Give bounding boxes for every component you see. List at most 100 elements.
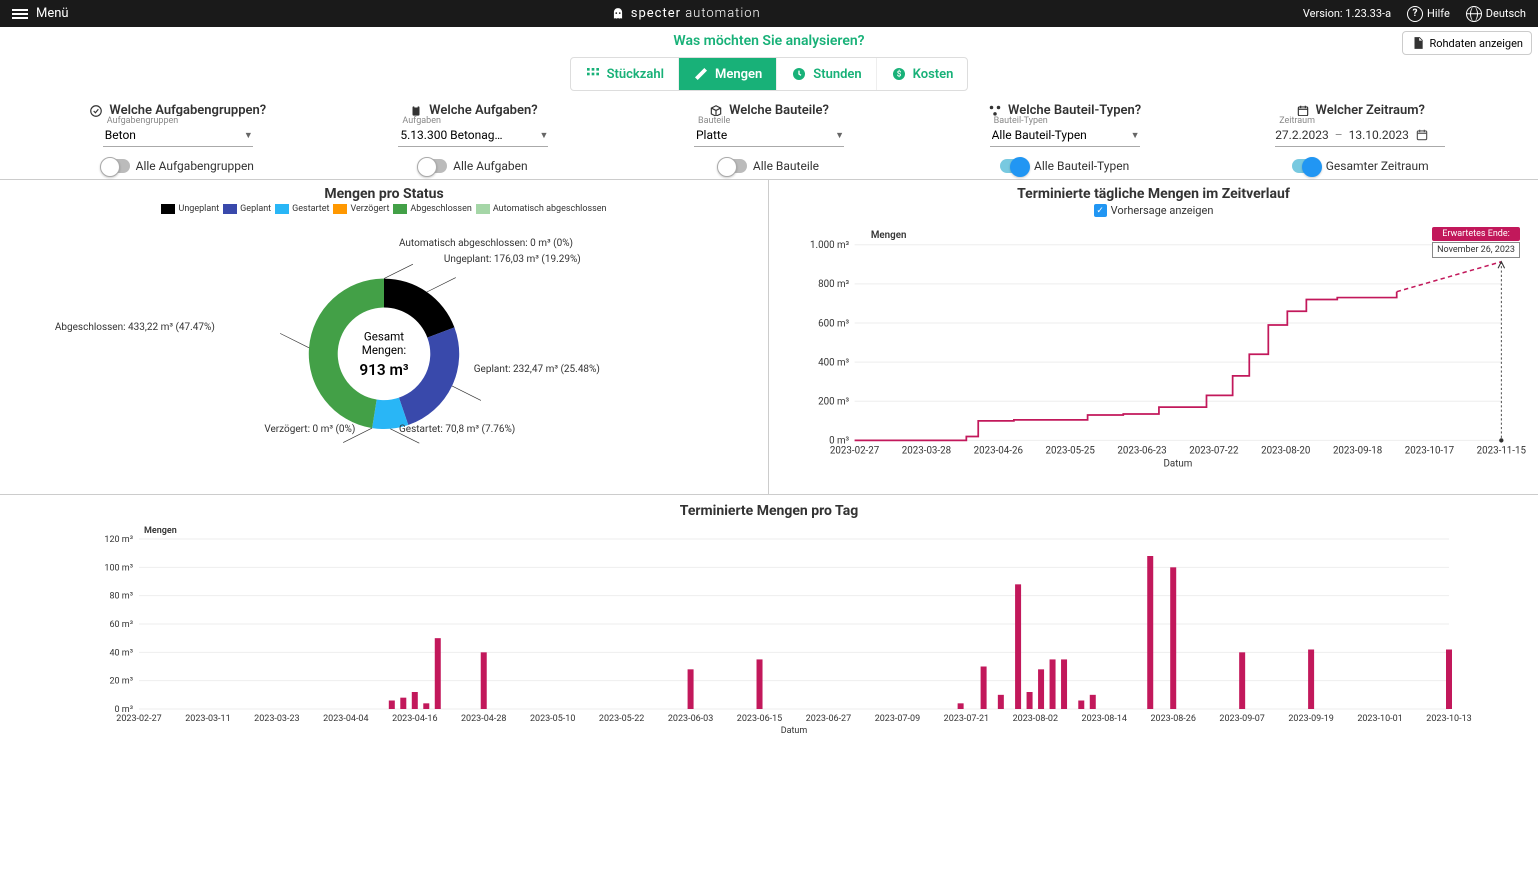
svg-text:2023-08-02: 2023-08-02 [1013, 714, 1058, 724]
label-done: Abgeschlossen: 433,22 m³ (47.47%) [55, 322, 215, 333]
types-toggle[interactable] [1000, 159, 1028, 173]
help-label: Hilfe [1427, 7, 1450, 20]
chevron-down-icon: ▼ [539, 130, 548, 141]
svg-text:2023-03-28: 2023-03-28 [902, 445, 951, 456]
svg-text:100 m³: 100 m³ [104, 563, 133, 573]
language-label: Deutsch [1486, 7, 1526, 20]
svg-text:60 m³: 60 m³ [109, 620, 133, 630]
tab-kosten[interactable]: $ Kosten [877, 58, 968, 90]
donut-title: Mengen pro Status [10, 186, 758, 202]
svg-text:800 m³: 800 m³ [818, 279, 849, 290]
svg-text:400 m³: 400 m³ [818, 357, 849, 368]
donut-chart-box: Mengen pro Status UngeplantGeplantGestar… [0, 180, 769, 494]
line-title: Terminierte tägliche Mengen im Zeitverla… [779, 186, 1528, 202]
parts-select[interactable]: Bauteile ▼ [694, 122, 844, 147]
version-text: Version: 1.23.33-a [1303, 7, 1391, 20]
tasks-select[interactable]: Aufgaben ▼ [398, 122, 548, 147]
types-select[interactable]: Bauteil-Typen ▼ [990, 122, 1140, 147]
analyze-tabs: Stückzahl Mengen Stunden $ Kosten [570, 57, 969, 91]
filter-range: Welcher Zeitraum? Zeitraum 27.2.2023 – 1… [1222, 103, 1498, 173]
forecast-checkbox[interactable]: ✓ Vorhersage anzeigen [779, 204, 1528, 217]
language-button[interactable]: Deutsch [1466, 6, 1526, 22]
svg-text:913 m³: 913 m³ [359, 361, 409, 379]
label-verz: Verzögert: 0 m³ (0%) [264, 424, 355, 435]
groups-select[interactable]: Aufgabengruppen ▼ [103, 122, 253, 147]
parts-toggle[interactable] [719, 159, 747, 173]
date-sep: – [1335, 128, 1343, 142]
help-icon: ? [1407, 6, 1423, 22]
svg-text:600 m³: 600 m³ [818, 318, 849, 329]
help-button[interactable]: ? Hilfe [1407, 6, 1450, 22]
filter-head: Welche Aufgaben? [429, 103, 538, 118]
menu-button[interactable]: Menü [12, 6, 69, 21]
toggle-label: Alle Bauteil-Typen [1034, 159, 1129, 173]
bar-title: Terminierte Mengen pro Tag [20, 503, 1518, 519]
chevron-down-icon: ▼ [1131, 130, 1140, 141]
filter-parts: Welche Bauteile? Bauteile ▼ Alle Bauteil… [631, 103, 907, 173]
svg-text:2023-04-04: 2023-04-04 [323, 714, 368, 724]
topbar: Menü specter automation Version: 1.23.33… [0, 0, 1538, 27]
filter-head: Welche Bauteile? [729, 103, 829, 118]
svg-text:2023-11-15: 2023-11-15 [1477, 445, 1527, 456]
tab-stueckzahl[interactable]: Stückzahl [571, 58, 679, 90]
svg-text:2023-09-19: 2023-09-19 [1288, 714, 1333, 724]
checkbox-icon: ✓ [1094, 204, 1107, 217]
svg-text:Datum: Datum [1164, 458, 1193, 469]
menu-label: Menü [36, 6, 69, 21]
date-from[interactable]: 27.2.2023 [1275, 128, 1329, 142]
svg-text:2023-06-03: 2023-06-03 [668, 714, 713, 724]
line-chart: Erwartetes Ende: November 26, 2023 0 m³2… [779, 223, 1528, 473]
svg-text:120 m³: 120 m³ [104, 535, 133, 545]
tasks-toggle[interactable] [419, 159, 447, 173]
date-to[interactable]: 13.10.2023 [1349, 128, 1409, 142]
svg-text:2023-06-15: 2023-06-15 [737, 714, 782, 724]
end-label: Erwartetes Ende: [1432, 227, 1520, 241]
raw-data-button[interactable]: Rohdaten anzeigen [1402, 31, 1532, 55]
svg-text:Mengen: Mengen [144, 526, 177, 536]
svg-text:2023-07-21: 2023-07-21 [944, 714, 989, 724]
range-toggle[interactable] [1292, 159, 1320, 173]
svg-text:80 m³: 80 m³ [109, 592, 133, 602]
label-unplan: Ungeplant: 176,03 m³ (19.29%) [444, 254, 581, 265]
svg-text:$: $ [896, 70, 901, 79]
chevron-down-icon: ▼ [244, 130, 253, 141]
field-label: Aufgaben [400, 116, 443, 126]
svg-text:2023-08-14: 2023-08-14 [1082, 714, 1127, 724]
filter-types: Welche Bauteil-Typen? Bauteil-Typen ▼ Al… [927, 103, 1203, 173]
toggle-label: Alle Aufgaben [453, 159, 527, 173]
groups-toggle[interactable] [102, 159, 130, 173]
toggle-label: Gesamter Zeitraum [1326, 159, 1429, 173]
range-picker[interactable]: Zeitraum 27.2.2023 – 13.10.2023 [1275, 122, 1445, 147]
end-badge: Erwartetes Ende: November 26, 2023 [1432, 227, 1520, 258]
field-label: Aufgabengruppen [105, 116, 180, 126]
tab-label: Kosten [913, 67, 954, 82]
forecast-label: Vorhersage anzeigen [1111, 204, 1214, 217]
line-chart-box: Terminierte tägliche Mengen im Zeitverla… [769, 180, 1538, 494]
calendar-icon[interactable] [1415, 128, 1429, 142]
tab-mengen[interactable]: Mengen [679, 58, 777, 90]
bar-chart: 0 m³20 m³40 m³60 m³80 m³100 m³120 m³2023… [20, 519, 1518, 739]
svg-text:2023-04-16: 2023-04-16 [392, 714, 437, 724]
tab-label: Stückzahl [607, 67, 664, 82]
filters-row: Welche Aufgabengruppen? Aufgabengruppen … [0, 103, 1538, 173]
filter-tasks: Welche Aufgaben? Aufgaben ▼ Alle Aufgabe… [336, 103, 612, 173]
hamburger-icon [12, 7, 28, 21]
toggle-label: Alle Aufgabengruppen [136, 159, 254, 173]
svg-text:2023-03-11: 2023-03-11 [185, 714, 230, 724]
svg-text:2023-04-28: 2023-04-28 [461, 714, 506, 724]
tab-stunden[interactable]: Stunden [777, 58, 876, 90]
svg-text:2023-09-07: 2023-09-07 [1219, 714, 1264, 724]
svg-text:Gesamt: Gesamt [364, 329, 404, 343]
tab-label: Stunden [813, 67, 861, 82]
globe-icon [1466, 6, 1482, 22]
donut-chart: GesamtMengen:913 m³ Automatisch abgeschl… [10, 214, 758, 484]
page-heading: Was möchten Sie analysieren? [0, 33, 1538, 49]
svg-text:2023-02-27: 2023-02-27 [830, 445, 880, 456]
field-label: Zeitraum [1277, 116, 1317, 126]
svg-text:2023-07-22: 2023-07-22 [1189, 445, 1239, 456]
svg-text:Mengen: Mengen [871, 230, 907, 241]
svg-text:2023-06-27: 2023-06-27 [806, 714, 851, 724]
svg-text:2023-08-20: 2023-08-20 [1261, 445, 1310, 456]
end-date: November 26, 2023 [1432, 242, 1520, 258]
svg-text:200 m³: 200 m³ [818, 397, 849, 408]
